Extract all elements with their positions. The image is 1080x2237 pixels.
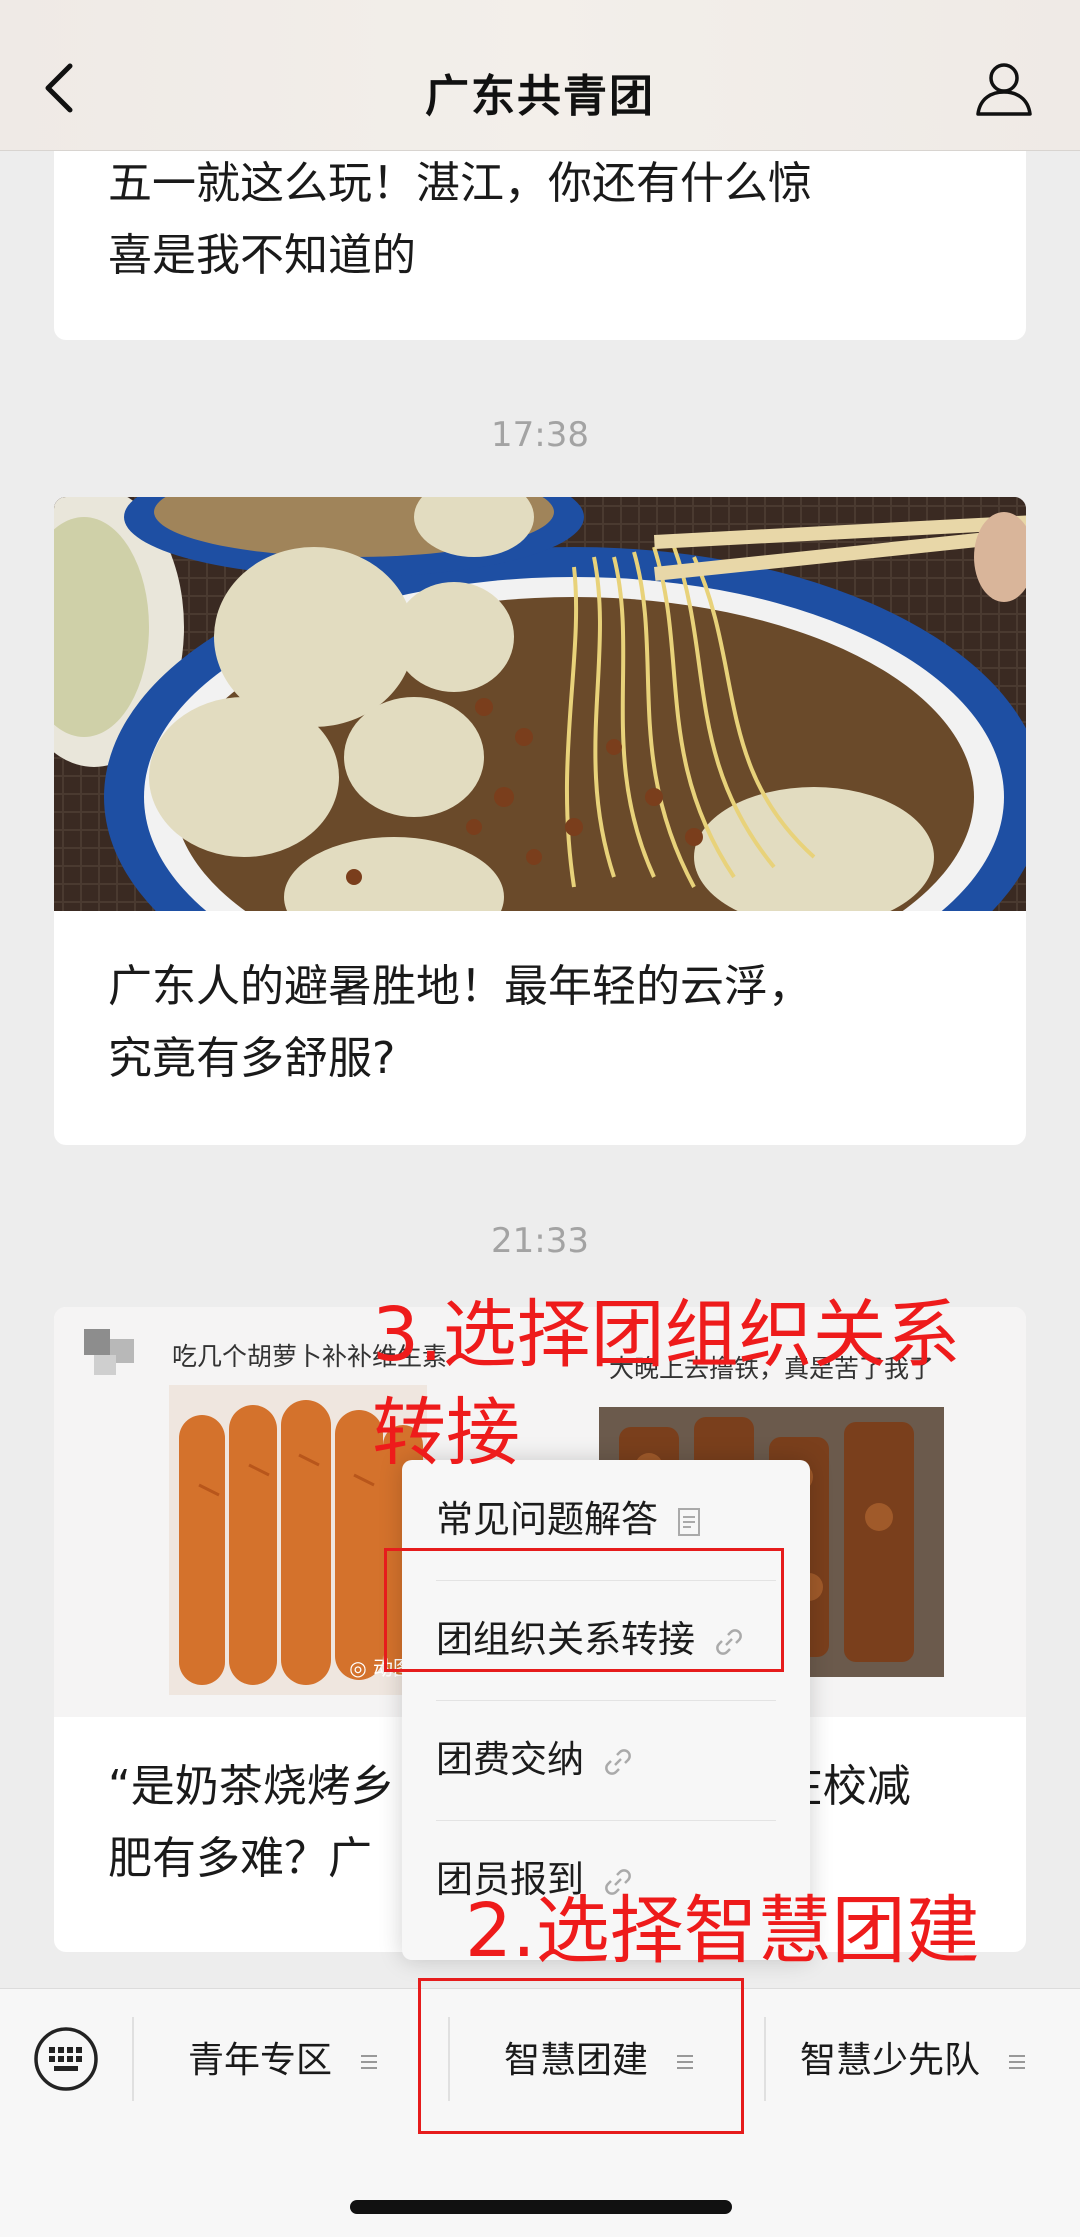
top-navigation-bar: 广东共青团 — [0, 0, 1080, 151]
submenu-icon — [1009, 2055, 1026, 2069]
avatar — [84, 1329, 134, 1375]
annotation-step3-cont: 转接 — [372, 1390, 520, 1476]
annotation-step3: 3.选择团组织关系 — [372, 1292, 961, 1378]
article-card-yunfu[interactable]: 广东人的避暑胜地！最年轻的云浮， 究竟有多舒服? — [54, 497, 1026, 1145]
keyboard-icon[interactable] — [32, 2025, 100, 2093]
menu-tab-young-pioneers[interactable]: 智慧少先队 — [800, 2031, 1027, 2083]
highlight-box-smart-league — [418, 1978, 744, 2134]
submenu-icon — [361, 2055, 378, 2069]
annotation-step2: 2.选择智慧团建 — [465, 1888, 980, 1974]
article-title-line: 究竟有多舒服? — [108, 1033, 396, 1084]
article-title: 广东人的避暑胜地！最年轻的云浮， 究竟有多舒服? — [54, 911, 1026, 1095]
highlight-box-relation-transfer — [384, 1548, 784, 1672]
menu-item-fee-payment[interactable]: 团费交纳 — [436, 1700, 776, 1821]
menu-tab-youth-zone[interactable]: 青年专区 — [188, 2031, 379, 2083]
menu-divider — [764, 2017, 766, 2101]
article-title-line: 五一就这么玩！湛江，你还有什么惊 — [108, 158, 812, 209]
page-title: 广东共青团 — [425, 71, 655, 122]
menu-tab-label: 智慧少先队 — [800, 2040, 981, 2081]
menu-item-label: 团费交纳 — [436, 1738, 584, 1781]
article-title-line: 广东人的避暑胜地！最年轻的云浮， — [108, 961, 812, 1012]
document-icon — [677, 1507, 700, 1536]
menu-item-label: 常见问题解答 — [436, 1498, 658, 1541]
message-timestamp: 17:38 — [491, 415, 589, 455]
profile-icon[interactable] — [974, 58, 1034, 118]
home-indicator[interactable] — [350, 2200, 732, 2214]
noodle-dish-photo — [54, 497, 1026, 911]
submenu-popup: 常见问题解答 团组织关系转接 团费交纳 团员报到 — [402, 1460, 810, 1960]
link-icon — [604, 1748, 631, 1775]
article-cover-image — [54, 497, 1026, 911]
message-timestamp: 21:33 — [491, 1221, 589, 1261]
menu-tab-label: 青年专区 — [188, 2040, 333, 2081]
article-title-line: 喜是我不知道的 — [108, 230, 416, 281]
menu-divider — [132, 2017, 134, 2101]
